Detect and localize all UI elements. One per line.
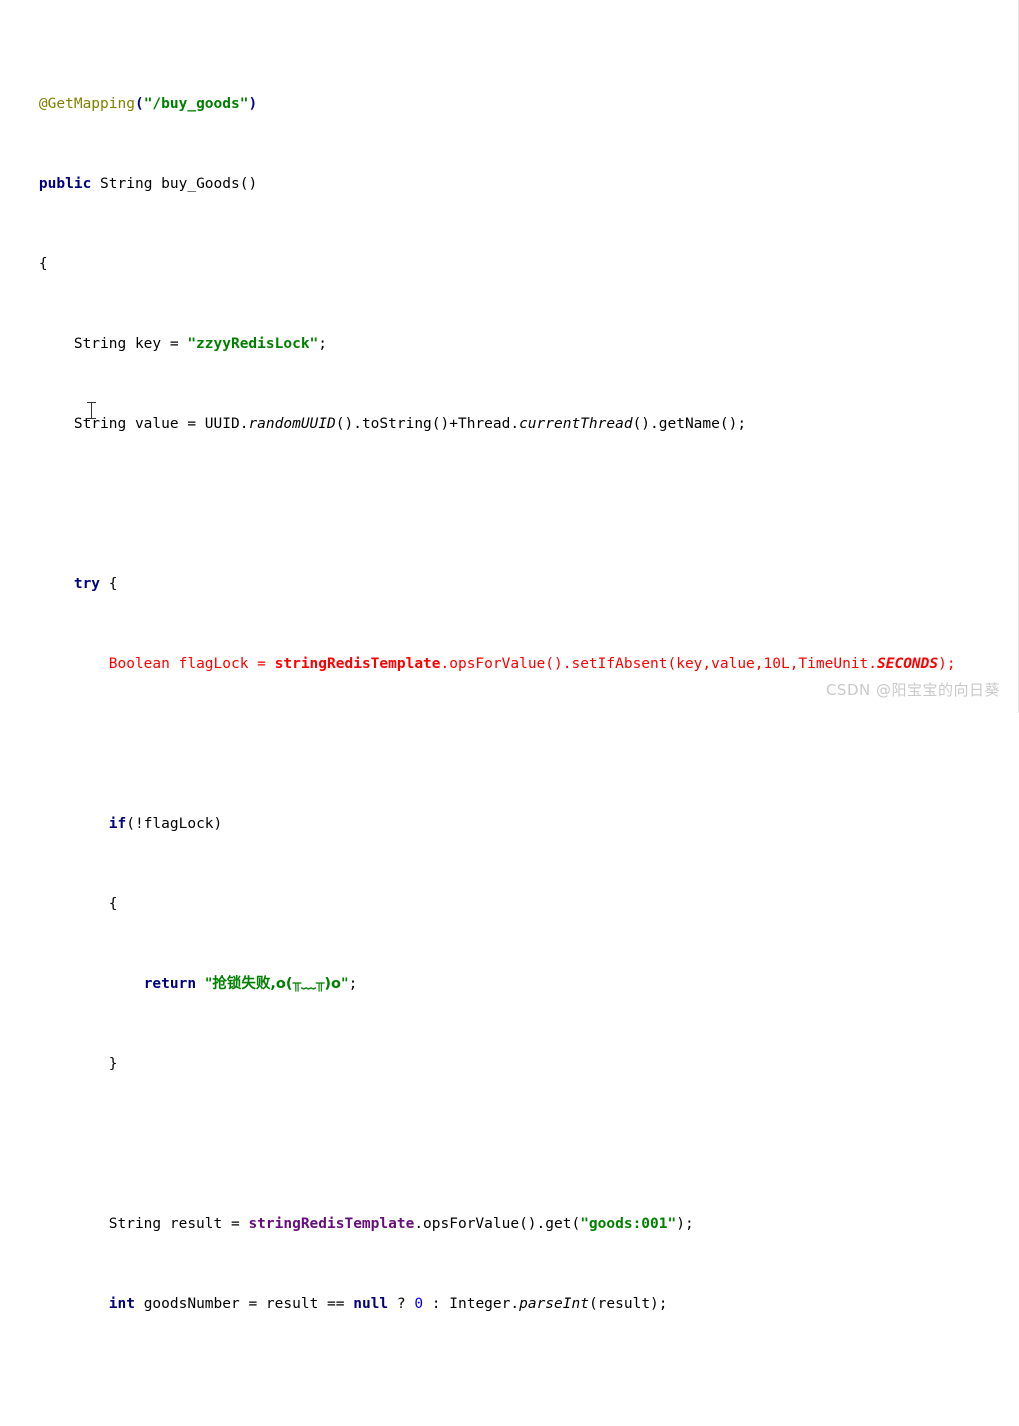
code-editor[interactable]: @GetMapping("/buy_goods") public String … <box>0 0 1019 1312</box>
code-line: } <box>4 1056 118 1072</box>
code-line: @GetMapping("/buy_goods") <box>38 96 258 112</box>
annotation-getmapping: @GetMapping <box>38 96 135 112</box>
code-line: { <box>4 896 118 912</box>
code-line: Boolean flagLock = stringRedisTemplate.o… <box>108 656 956 672</box>
string-mapping-path: "/buy_goods" <box>143 96 249 112</box>
code-line: { <box>4 256 48 272</box>
code-content[interactable]: @GetMapping("/buy_goods") public String … <box>0 14 1019 1426</box>
code-line: if(!flagLock) <box>108 816 223 832</box>
code-line: return "抢锁失败,o(╥﹏╥)o"; <box>143 976 358 992</box>
string-lock-key: "zzyyRedisLock" <box>187 336 319 352</box>
code-line: int goodsNumber = result == null ? 0 : I… <box>108 1296 668 1312</box>
code-line: String value = UUID.randomUUID().toStrin… <box>4 416 747 432</box>
watermark: CSDN @阳宝宝的向日葵 <box>825 681 1000 699</box>
code-line: String result = stringRedisTemplate.opsF… <box>4 1216 694 1232</box>
string-goods-key: "goods:001" <box>580 1216 677 1232</box>
string-lock-fail-message: "抢锁失败,o(╥﹏╥)o" <box>204 976 349 992</box>
code-line: try { <box>73 576 118 592</box>
code-line: public String buy_Goods() <box>38 176 258 192</box>
code-line: String key = "zzyyRedisLock"; <box>4 336 328 352</box>
identifier-redis-template: stringRedisTemplate <box>248 1216 415 1232</box>
method-name: buy_Goods <box>161 176 240 192</box>
